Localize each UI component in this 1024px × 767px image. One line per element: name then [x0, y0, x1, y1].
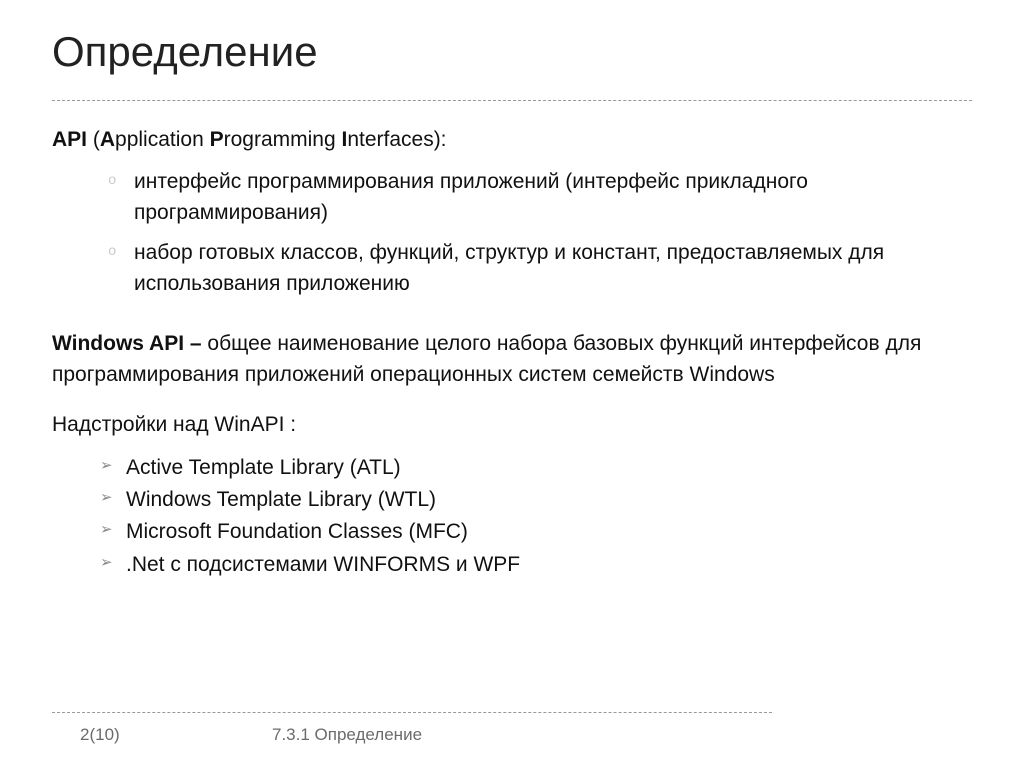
bullet-o-text: набор готовых классов, функций, структур… [134, 241, 884, 294]
addon-item: .Net с подсистемами WINFORMS и WPF [52, 550, 972, 580]
winapi-paragraph: Windows API – общее наименование целого … [52, 329, 972, 390]
api-application: pplication [115, 128, 210, 151]
api-programming: rogramming [224, 128, 342, 151]
page-number: 2(10) [52, 725, 272, 745]
addons-title: Надстройки над WinAPI : [52, 410, 972, 440]
addon-text: .Net с подсистемами WINFORMS и WPF [126, 553, 520, 576]
slide-footer: 2(10) 7.3.1 Определение [0, 712, 1024, 745]
api-open: ( [87, 128, 100, 151]
winapi-label: Windows API – [52, 332, 207, 355]
footer-divider [52, 712, 772, 713]
addon-item: Microsoft Foundation Classes (MFC) [52, 517, 972, 547]
api-heading: API (Application Programming Interfaces)… [52, 125, 972, 155]
slide-title: Определение [52, 28, 972, 76]
footer-section: 7.3.1 Определение [272, 725, 422, 745]
bullet-o-item: набор готовых классов, функций, структур… [52, 238, 972, 299]
api-interfaces: nterfaces): [347, 128, 446, 151]
bullet-o-item: интерфейс программирования приложений (и… [52, 167, 972, 228]
api-P: P [210, 128, 224, 151]
addon-item: Active Template Library (ATL) [52, 453, 972, 483]
addon-text: Windows Template Library (WTL) [126, 488, 436, 511]
bullet-o-text: интерфейс программирования приложений (и… [134, 170, 808, 223]
addon-item: Windows Template Library (WTL) [52, 485, 972, 515]
title-divider [52, 100, 972, 101]
footer-row: 2(10) 7.3.1 Определение [52, 725, 972, 745]
addon-text: Microsoft Foundation Classes (MFC) [126, 520, 468, 543]
addon-text: Active Template Library (ATL) [126, 456, 401, 479]
slide-content: API (Application Programming Interfaces)… [52, 125, 972, 580]
api-A: A [100, 128, 115, 151]
api-label: API [52, 128, 87, 151]
slide: Определение API (Application Programming… [0, 0, 1024, 767]
